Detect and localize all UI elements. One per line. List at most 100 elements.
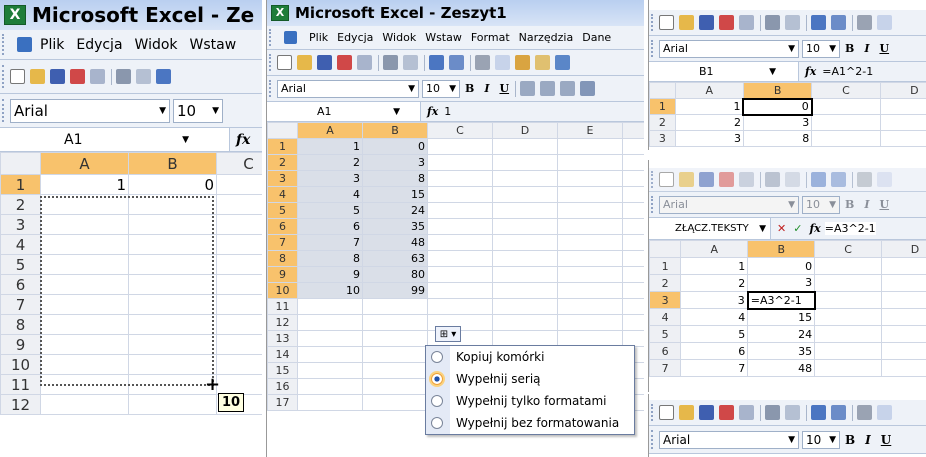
chevron-down-icon[interactable]: ▼ <box>788 44 795 54</box>
underline-button[interactable]: U <box>499 82 509 95</box>
row-header[interactable]: 8 <box>0 314 41 335</box>
chevron-down-icon[interactable]: ▼ <box>788 435 795 445</box>
permission-icon[interactable] <box>337 55 352 70</box>
bold-button[interactable]: B <box>845 42 854 55</box>
row-header[interactable]: 10 <box>0 354 41 375</box>
cell-empty[interactable] <box>427 170 493 187</box>
bold-button[interactable]: B <box>465 82 474 95</box>
column-header-d[interactable]: D <box>881 240 926 258</box>
menu-wstaw[interactable]: Wstaw <box>425 31 462 44</box>
cell-empty[interactable] <box>492 170 558 187</box>
column-header-a[interactable]: A <box>297 122 363 139</box>
cell-empty[interactable] <box>814 308 883 326</box>
permission-icon[interactable] <box>719 405 734 420</box>
row-header[interactable]: 5 <box>267 202 298 219</box>
cell-empty[interactable] <box>492 250 558 267</box>
cell-empty[interactable] <box>622 314 644 331</box>
row-header[interactable]: 16 <box>267 378 298 395</box>
cell-empty[interactable] <box>881 274 926 292</box>
cell-empty[interactable] <box>427 154 493 171</box>
column-header-a[interactable]: A <box>674 82 744 99</box>
merge-center-icon[interactable] <box>580 81 596 96</box>
row-header[interactable]: 15 <box>267 362 298 379</box>
new-icon[interactable] <box>10 69 25 84</box>
print-preview-icon[interactable] <box>785 405 800 420</box>
row-header[interactable]: 13 <box>267 330 298 347</box>
formula-input[interactable]: =A3^2-1 <box>824 222 876 235</box>
cell-b12[interactable] <box>362 314 428 331</box>
cell-empty[interactable] <box>557 250 623 267</box>
function-icon[interactable]: fx <box>805 65 816 78</box>
chevron-down-icon[interactable]: ▼ <box>393 107 400 117</box>
formula-input[interactable]: 1 <box>444 105 451 118</box>
cell-b7[interactable]: 48 <box>362 234 428 251</box>
cell-empty[interactable] <box>557 154 623 171</box>
row-header[interactable]: 7 <box>267 234 298 251</box>
cell-empty[interactable] <box>216 214 262 235</box>
open-icon[interactable] <box>679 172 694 187</box>
cell-b5[interactable]: 24 <box>362 202 428 219</box>
menu-item-kopiuj-komorki[interactable]: Kopiuj komórki <box>431 346 634 368</box>
row-header[interactable]: 2 <box>649 274 682 292</box>
row-header[interactable]: 6 <box>649 342 682 360</box>
font-select[interactable]: Arial ▼ <box>10 98 170 123</box>
new-icon[interactable] <box>659 405 674 420</box>
cell-a8[interactable]: 8 <box>297 250 363 267</box>
cell-a1[interactable]: 1 <box>680 257 749 275</box>
cell-empty[interactable] <box>881 291 926 309</box>
menu-widok[interactable]: Widok <box>382 31 416 44</box>
cell-empty[interactable] <box>216 234 262 255</box>
format-painter-icon[interactable] <box>535 55 550 70</box>
cell-a5[interactable]: 5 <box>680 325 749 343</box>
row-header[interactable]: 2 <box>267 154 298 171</box>
row-header[interactable]: 2 <box>649 114 676 131</box>
menu-narzedzia[interactable]: Narzędzia <box>519 31 574 44</box>
print-preview-icon[interactable] <box>785 15 800 30</box>
select-all-corner[interactable] <box>267 122 298 139</box>
print-preview-icon[interactable] <box>136 69 151 84</box>
row-header[interactable]: 9 <box>267 266 298 283</box>
cell-b3[interactable]: 8 <box>742 130 813 147</box>
cell-a13[interactable] <box>297 330 363 347</box>
open-icon[interactable] <box>297 55 312 70</box>
email-icon[interactable] <box>739 15 754 30</box>
cell-b3[interactable]: =A3^2-1 <box>746 290 816 310</box>
row-header[interactable]: 3 <box>267 170 298 187</box>
cell-b15[interactable] <box>362 362 428 379</box>
cell-b11[interactable] <box>362 298 428 315</box>
email-icon[interactable] <box>357 55 372 70</box>
name-box[interactable]: B1 ▼ <box>649 62 799 81</box>
spelling-icon[interactable] <box>811 405 826 420</box>
function-icon[interactable]: fx <box>809 222 820 235</box>
cell-empty[interactable] <box>427 298 493 315</box>
open-icon[interactable] <box>679 15 694 30</box>
cell-empty[interactable] <box>622 234 644 251</box>
cell-a3[interactable]: 3 <box>674 130 744 147</box>
name-box[interactable]: ZŁĄCZ.TEKSTY ▼ <box>649 218 771 239</box>
cell-a3[interactable]: 3 <box>680 291 749 309</box>
cell-empty[interactable] <box>557 170 623 187</box>
document-menu-icon[interactable] <box>17 37 32 52</box>
row-header[interactable]: 11 <box>0 374 41 395</box>
chevron-down-icon[interactable]: ▼ <box>769 67 776 77</box>
email-icon[interactable] <box>739 405 754 420</box>
cell-empty[interactable] <box>216 174 262 195</box>
radio-icon[interactable] <box>431 395 443 407</box>
cell-empty[interactable] <box>216 354 262 375</box>
cut-icon[interactable] <box>857 405 872 420</box>
menu-dane[interactable]: Dane <box>582 31 611 44</box>
name-box[interactable]: A1 ▼ <box>267 102 421 121</box>
print-icon[interactable] <box>383 55 398 70</box>
radio-icon[interactable] <box>431 351 443 363</box>
print-icon[interactable] <box>765 405 780 420</box>
cell-empty[interactable] <box>879 114 926 131</box>
menu-edycja[interactable]: Edycja <box>337 31 373 44</box>
cell-a10[interactable]: 10 <box>297 282 363 299</box>
print-icon[interactable] <box>765 15 780 30</box>
permission-icon[interactable] <box>719 15 734 30</box>
chevron-down-icon[interactable]: ▼ <box>829 44 836 54</box>
cell-b3[interactable]: 8 <box>362 170 428 187</box>
row-header[interactable]: 2 <box>0 194 41 215</box>
cell-a11[interactable] <box>297 298 363 315</box>
underline-button[interactable]: U <box>879 42 889 55</box>
